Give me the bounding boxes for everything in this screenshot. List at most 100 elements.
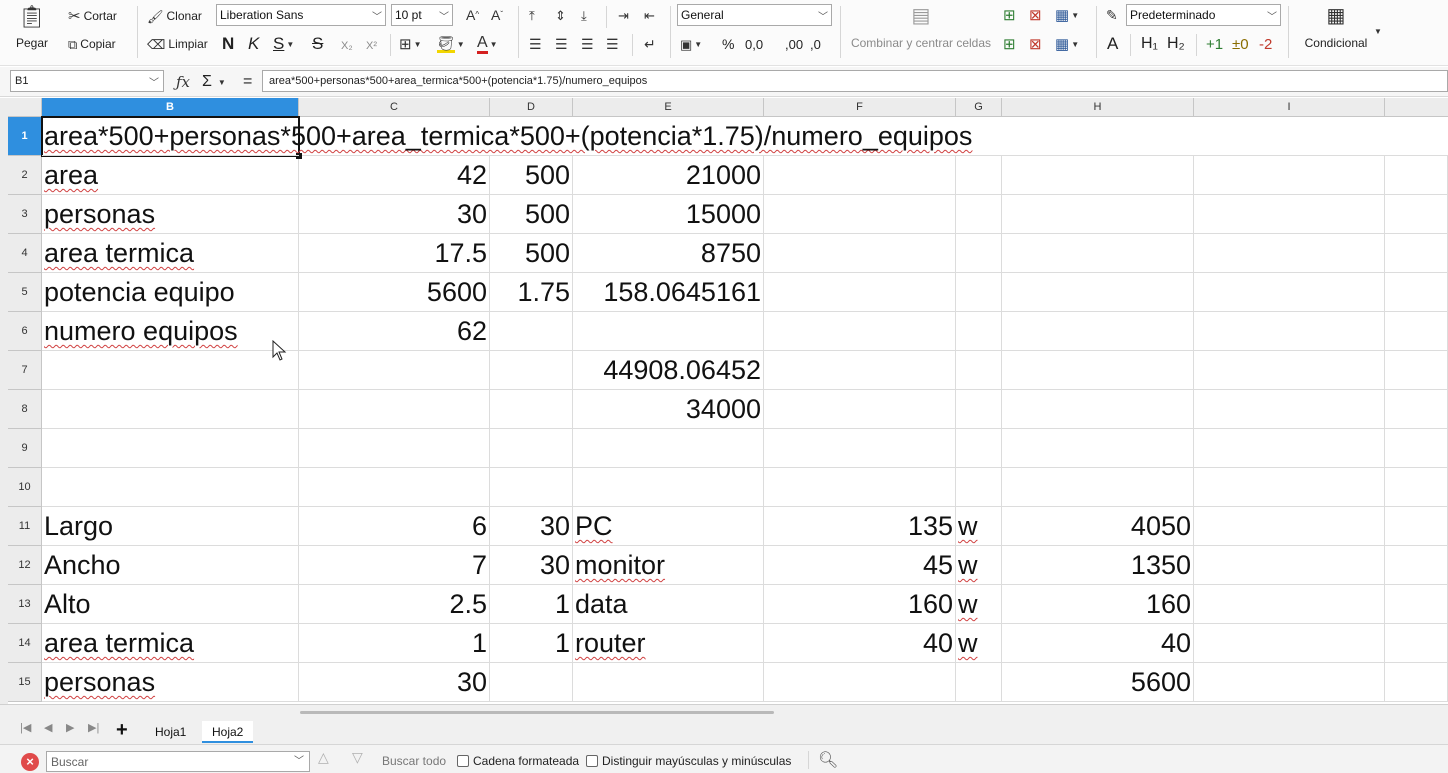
cell-i10[interactable] bbox=[1194, 468, 1385, 507]
subscript-button[interactable]: X₂ bbox=[341, 35, 353, 57]
cell-g6[interactable] bbox=[956, 312, 1002, 351]
cell-j6[interactable] bbox=[1385, 312, 1448, 351]
cell-h7[interactable] bbox=[1002, 351, 1194, 390]
cell-e5[interactable]: 158.0645161 bbox=[573, 273, 764, 312]
insert-columns-button[interactable]: ⊞ bbox=[1003, 33, 1016, 55]
cell-e15[interactable] bbox=[573, 663, 764, 702]
cell-c6[interactable]: 62 bbox=[299, 312, 490, 351]
cell-d3[interactable]: 500 bbox=[490, 195, 573, 234]
cell-h2[interactable] bbox=[1002, 156, 1194, 195]
increase-indent-button[interactable]: ⇥ bbox=[618, 4, 629, 26]
row-menu-button[interactable]: ▦ ▼ bbox=[1055, 4, 1079, 26]
column-header-h[interactable]: H bbox=[1002, 98, 1194, 117]
cell-c9[interactable] bbox=[299, 429, 490, 468]
row-header-12[interactable]: 12 bbox=[8, 546, 42, 585]
align-top-button[interactable]: ⤒ bbox=[529, 4, 535, 26]
delete-rows-button[interactable]: ⊠ bbox=[1029, 4, 1042, 26]
cell-j3[interactable] bbox=[1385, 195, 1448, 234]
cell-b13[interactable]: Alto bbox=[42, 585, 299, 624]
cell-d4[interactable]: 500 bbox=[490, 234, 573, 273]
find-next-icon[interactable]: ▽ bbox=[352, 749, 363, 766]
cell-g15[interactable] bbox=[956, 663, 1002, 702]
horizontal-scrollbar[interactable] bbox=[300, 711, 774, 714]
cell-e6[interactable] bbox=[573, 312, 764, 351]
column-header-f[interactable]: F bbox=[764, 98, 956, 117]
cell-j14[interactable] bbox=[1385, 624, 1448, 663]
sum-button[interactable]: Σ ▼ bbox=[202, 71, 226, 93]
cell-h5[interactable] bbox=[1002, 273, 1194, 312]
cell-i15[interactable] bbox=[1194, 663, 1385, 702]
cell-b14[interactable]: area termica bbox=[42, 624, 299, 663]
cell-h1[interactable] bbox=[1002, 117, 1194, 156]
column-header-b[interactable]: B bbox=[42, 98, 299, 117]
heading1-button[interactable]: H₁ bbox=[1141, 33, 1158, 55]
cell-i13[interactable] bbox=[1194, 585, 1385, 624]
name-box[interactable]: B1 ﹀ bbox=[10, 70, 164, 92]
cell-c12[interactable]: 7 bbox=[299, 546, 490, 585]
cell-j12[interactable] bbox=[1385, 546, 1448, 585]
cell-f3[interactable] bbox=[764, 195, 956, 234]
cell-c7[interactable] bbox=[299, 351, 490, 390]
cell-f14[interactable]: 40 bbox=[764, 624, 956, 663]
row-header-3[interactable]: 3 bbox=[8, 195, 42, 234]
sheet-tab-hoja1[interactable]: Hoja1 bbox=[145, 721, 196, 743]
row-header-10[interactable]: 10 bbox=[8, 468, 42, 507]
find-replace-icon[interactable]: 🔍︎ bbox=[818, 750, 838, 770]
style-default-button[interactable]: A bbox=[1107, 33, 1118, 55]
cell-d2[interactable]: 500 bbox=[490, 156, 573, 195]
cell-h3[interactable] bbox=[1002, 195, 1194, 234]
conditional-format-button[interactable]: ▦ Condicional bbox=[1296, 4, 1376, 62]
row-header-4[interactable]: 4 bbox=[8, 234, 42, 273]
cell-c10[interactable] bbox=[299, 468, 490, 507]
cell-style-select[interactable]: Predeterminado ﹀ bbox=[1126, 4, 1281, 26]
align-middle-button[interactable]: ⇕ bbox=[555, 4, 566, 26]
column-header-d[interactable]: D bbox=[490, 98, 573, 117]
bad-style-button[interactable]: -2 bbox=[1259, 33, 1272, 55]
cell-d12[interactable]: 30 bbox=[490, 546, 573, 585]
cell-f11[interactable]: 135 bbox=[764, 507, 956, 546]
borders-button[interactable]: ⊞ ▼ bbox=[399, 33, 422, 55]
next-sheet-icon[interactable]: ▶ bbox=[66, 721, 74, 734]
cell-c2[interactable]: 42 bbox=[299, 156, 490, 195]
cell-b15[interactable]: personas bbox=[42, 663, 299, 702]
first-sheet-icon[interactable]: |◀ bbox=[20, 721, 31, 734]
cell-e4[interactable]: 8750 bbox=[573, 234, 764, 273]
cell-h14[interactable]: 40 bbox=[1002, 624, 1194, 663]
italic-button[interactable]: K bbox=[248, 33, 259, 55]
cell-b11[interactable]: Largo bbox=[42, 507, 299, 546]
merge-center-button[interactable]: ▤ Combinar y centrar celdas bbox=[847, 4, 995, 62]
column-header-j[interactable] bbox=[1385, 98, 1448, 117]
cell-g5[interactable] bbox=[956, 273, 1002, 312]
formatted-display-checkbox[interactable]: Cadena formateada bbox=[457, 754, 579, 768]
cell-h4[interactable] bbox=[1002, 234, 1194, 273]
cell-d9[interactable] bbox=[490, 429, 573, 468]
remove-decimal-button[interactable]: ,0 bbox=[810, 33, 821, 55]
good-style-button[interactable]: +1 bbox=[1206, 33, 1223, 55]
align-left-button[interactable]: ☰ bbox=[529, 33, 542, 55]
cell-i5[interactable] bbox=[1194, 273, 1385, 312]
font-size-select[interactable]: 10 pt ﹀ bbox=[391, 4, 453, 26]
function-wizard-button[interactable]: ƒx bbox=[176, 71, 190, 93]
row-header-7[interactable]: 7 bbox=[8, 351, 42, 390]
cell-d8[interactable] bbox=[490, 390, 573, 429]
cell-i12[interactable] bbox=[1194, 546, 1385, 585]
delete-columns-button[interactable]: ⊠ bbox=[1029, 33, 1042, 55]
bold-button[interactable]: N bbox=[222, 33, 234, 55]
cell-d10[interactable] bbox=[490, 468, 573, 507]
cell-j5[interactable] bbox=[1385, 273, 1448, 312]
insert-rows-button[interactable]: ⊞ bbox=[1003, 4, 1016, 26]
cell-f2[interactable] bbox=[764, 156, 956, 195]
row-header-5[interactable]: 5 bbox=[8, 273, 42, 312]
row-header-1[interactable]: 1 bbox=[8, 117, 42, 156]
cell-c11[interactable]: 6 bbox=[299, 507, 490, 546]
cell-c14[interactable]: 1 bbox=[299, 624, 490, 663]
select-all-corner[interactable] bbox=[8, 98, 42, 117]
cell-i3[interactable] bbox=[1194, 195, 1385, 234]
cell-d6[interactable] bbox=[490, 312, 573, 351]
cell-f4[interactable] bbox=[764, 234, 956, 273]
cell-j1[interactable] bbox=[1385, 117, 1448, 156]
cell-g10[interactable] bbox=[956, 468, 1002, 507]
cell-c3[interactable]: 30 bbox=[299, 195, 490, 234]
font-color-button[interactable]: A ▼ bbox=[477, 33, 498, 55]
row-header-14[interactable]: 14 bbox=[8, 624, 42, 663]
